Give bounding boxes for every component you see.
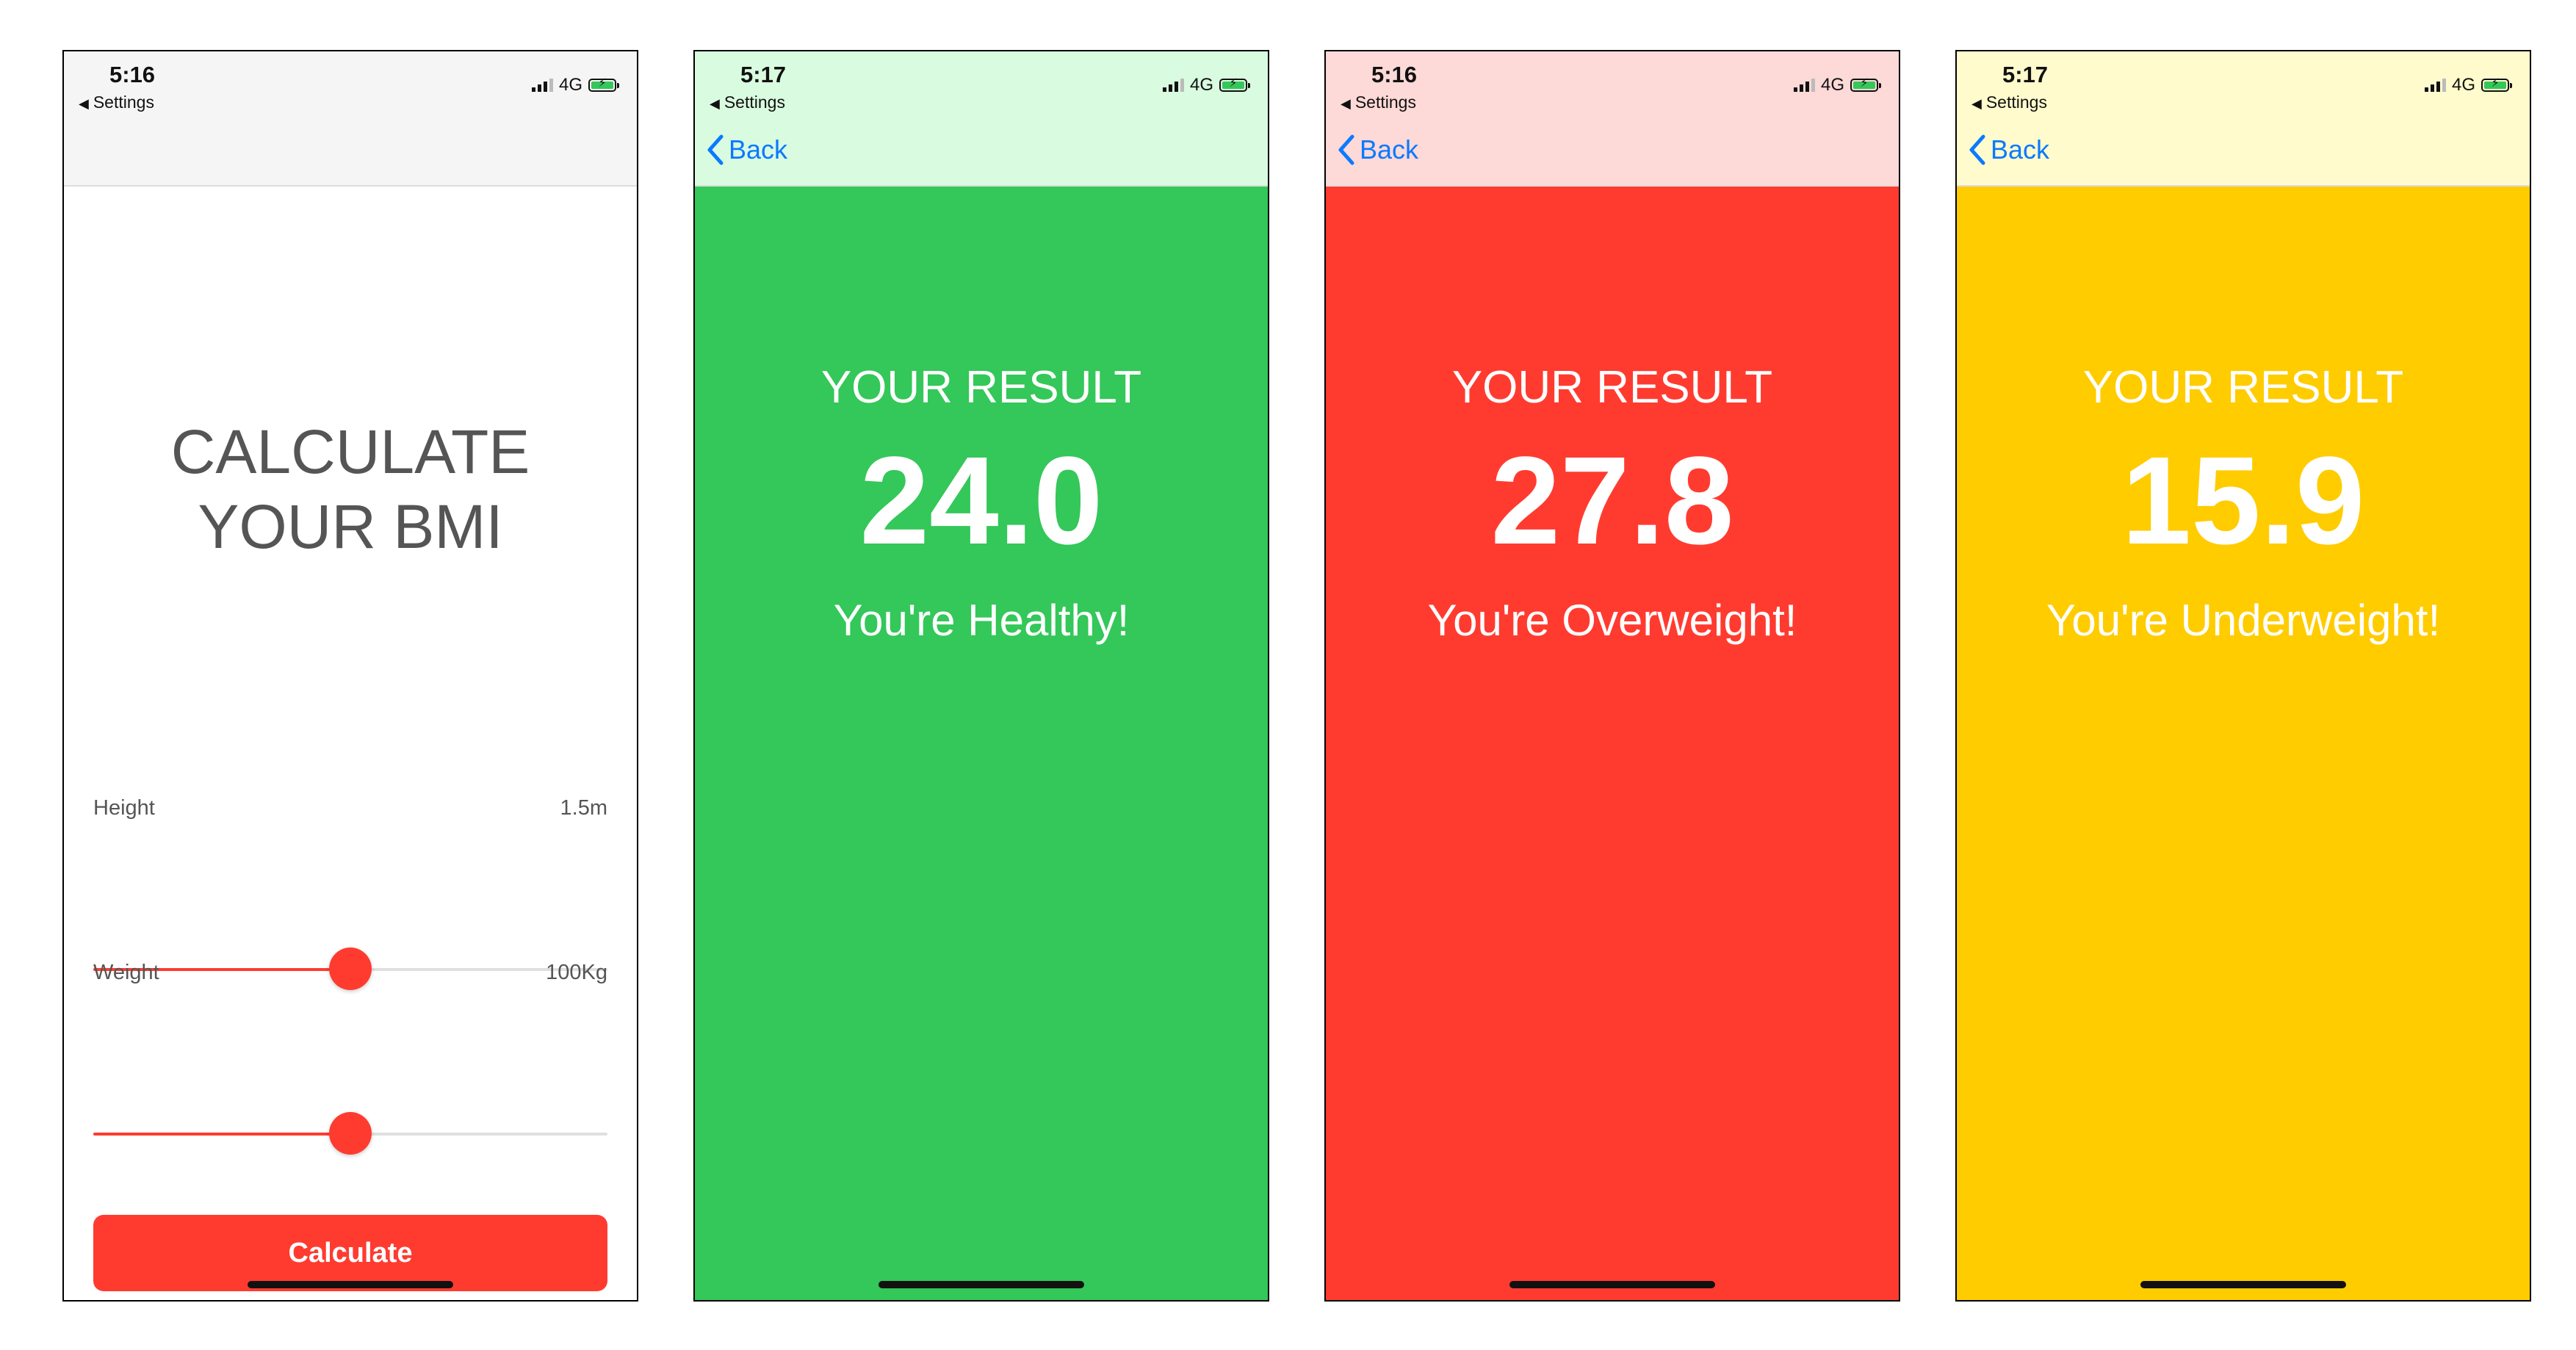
- weight-label: Weight: [93, 961, 159, 984]
- phone-screen-calculate: 5:16 ◀ Settings 4G ⚡ CALCULATE YOUR BMI H…: [62, 50, 638, 1302]
- title-line-1: CALCULATE: [170, 417, 530, 486]
- result-heading: YOUR RESULT: [2082, 362, 2404, 413]
- phone-screen-result-overweight: 5:16 ◀ Settings 4G ⚡ Back YOUR RESULT 27.…: [1324, 50, 1900, 1302]
- status-time: 5:16: [109, 62, 156, 87]
- result-body: YOUR RESULT 24.0 You're Healthy!: [695, 187, 1268, 1300]
- bmi-advice: You're Healthy!: [833, 596, 1130, 645]
- battery-charging-icon: ⚡: [1850, 77, 1881, 92]
- triangle-left-icon: ◀: [1341, 96, 1351, 111]
- back-to-settings[interactable]: ◀ Settings: [1971, 93, 2047, 112]
- cellular-signal-icon: [1793, 79, 1815, 92]
- status-header: 5:17 ◀ Settings 4G ⚡ Back: [1957, 51, 2530, 187]
- phone-screen-result-underweight: 5:17 ◀ Settings 4G ⚡ Back YOUR RESULT 15.…: [1955, 50, 2531, 1302]
- network-label: 4G: [558, 75, 582, 95]
- network-label: 4G: [1820, 75, 1844, 95]
- back-to-settings[interactable]: ◀ Settings: [710, 93, 785, 112]
- back-button[interactable]: Back: [1967, 134, 2049, 166]
- back-button-label: Back: [1991, 134, 2050, 165]
- bmi-advice: You're Underweight!: [2046, 596, 2441, 645]
- cellular-signal-icon: [1162, 79, 1184, 92]
- back-button[interactable]: Back: [1336, 134, 1418, 166]
- status-time: 5:16: [1371, 62, 1418, 87]
- page-title: CALCULATE YOUR BMI: [64, 414, 637, 564]
- status-indicators: 4G ⚡: [1793, 75, 1881, 95]
- back-button[interactable]: Back: [705, 134, 787, 166]
- status-header: 5:16 ◀ Settings 4G ⚡: [64, 51, 637, 187]
- height-label: Height: [93, 796, 155, 820]
- bmi-value: 24.0: [859, 431, 1103, 571]
- back-to-settings-label: Settings: [93, 93, 154, 112]
- status-header: 5:17 ◀ Settings 4G ⚡ Back: [695, 51, 1268, 187]
- triangle-left-icon: ◀: [1971, 96, 1982, 111]
- back-button-label: Back: [729, 134, 788, 165]
- back-to-settings-label: Settings: [1354, 93, 1416, 112]
- status-header: 5:16 ◀ Settings 4G ⚡ Back: [1326, 51, 1899, 187]
- title-line-2: YOUR BMI: [198, 492, 503, 561]
- home-indicator[interactable]: [248, 1281, 453, 1288]
- status-indicators: 4G ⚡: [531, 75, 619, 95]
- result-body: YOUR RESULT 27.8 You're Overweight!: [1326, 187, 1899, 1300]
- height-slider-thumb[interactable]: [329, 947, 372, 990]
- cellular-signal-icon: [2424, 79, 2446, 92]
- phone-screen-result-healthy: 5:17 ◀ Settings 4G ⚡ Back YOUR RESULT 24.…: [693, 50, 1269, 1302]
- weight-slider-track-fill: [93, 1133, 350, 1136]
- battery-charging-icon: ⚡: [2481, 77, 2512, 92]
- calculate-body: CALCULATE YOUR BMI Height 1.5m Weight 10…: [64, 187, 637, 1300]
- status-time: 5:17: [740, 62, 787, 87]
- back-to-settings[interactable]: ◀ Settings: [79, 93, 154, 112]
- home-indicator[interactable]: [878, 1281, 1084, 1288]
- chevron-left-icon: [1969, 134, 1985, 165]
- result-heading: YOUR RESULT: [820, 362, 1142, 413]
- triangle-left-icon: ◀: [710, 96, 720, 111]
- weight-slider[interactable]: [93, 1112, 607, 1155]
- chevron-left-icon: [707, 134, 724, 165]
- triangle-left-icon: ◀: [79, 96, 89, 111]
- height-slider[interactable]: [93, 947, 607, 990]
- calculate-button[interactable]: Calculate: [93, 1215, 607, 1291]
- bmi-advice: You're Overweight!: [1427, 596, 1797, 645]
- battery-charging-icon: ⚡: [1219, 77, 1250, 92]
- cellular-signal-icon: [531, 79, 553, 92]
- weight-slider-thumb[interactable]: [329, 1112, 372, 1155]
- back-button-label: Back: [1360, 134, 1419, 165]
- status-indicators: 4G ⚡: [2424, 75, 2512, 95]
- home-indicator[interactable]: [1509, 1281, 1715, 1288]
- back-to-settings-label: Settings: [724, 93, 785, 112]
- result-heading: YOUR RESULT: [1451, 362, 1773, 413]
- back-to-settings-label: Settings: [1985, 93, 2047, 112]
- status-indicators: 4G ⚡: [1162, 75, 1250, 95]
- status-time: 5:17: [2002, 62, 2049, 87]
- home-indicator[interactable]: [2140, 1281, 2346, 1288]
- battery-charging-icon: ⚡: [588, 77, 619, 92]
- back-to-settings[interactable]: ◀ Settings: [1341, 93, 1416, 112]
- height-value: 1.5m: [560, 796, 607, 820]
- chevron-left-icon: [1338, 134, 1354, 165]
- result-body: YOUR RESULT 15.9 You're Underweight!: [1957, 187, 2530, 1300]
- bmi-value: 15.9: [2121, 431, 2365, 571]
- network-label: 4G: [1189, 75, 1213, 95]
- weight-value: 100Kg: [546, 961, 607, 984]
- network-label: 4G: [2451, 75, 2475, 95]
- bmi-value: 27.8: [1490, 431, 1734, 571]
